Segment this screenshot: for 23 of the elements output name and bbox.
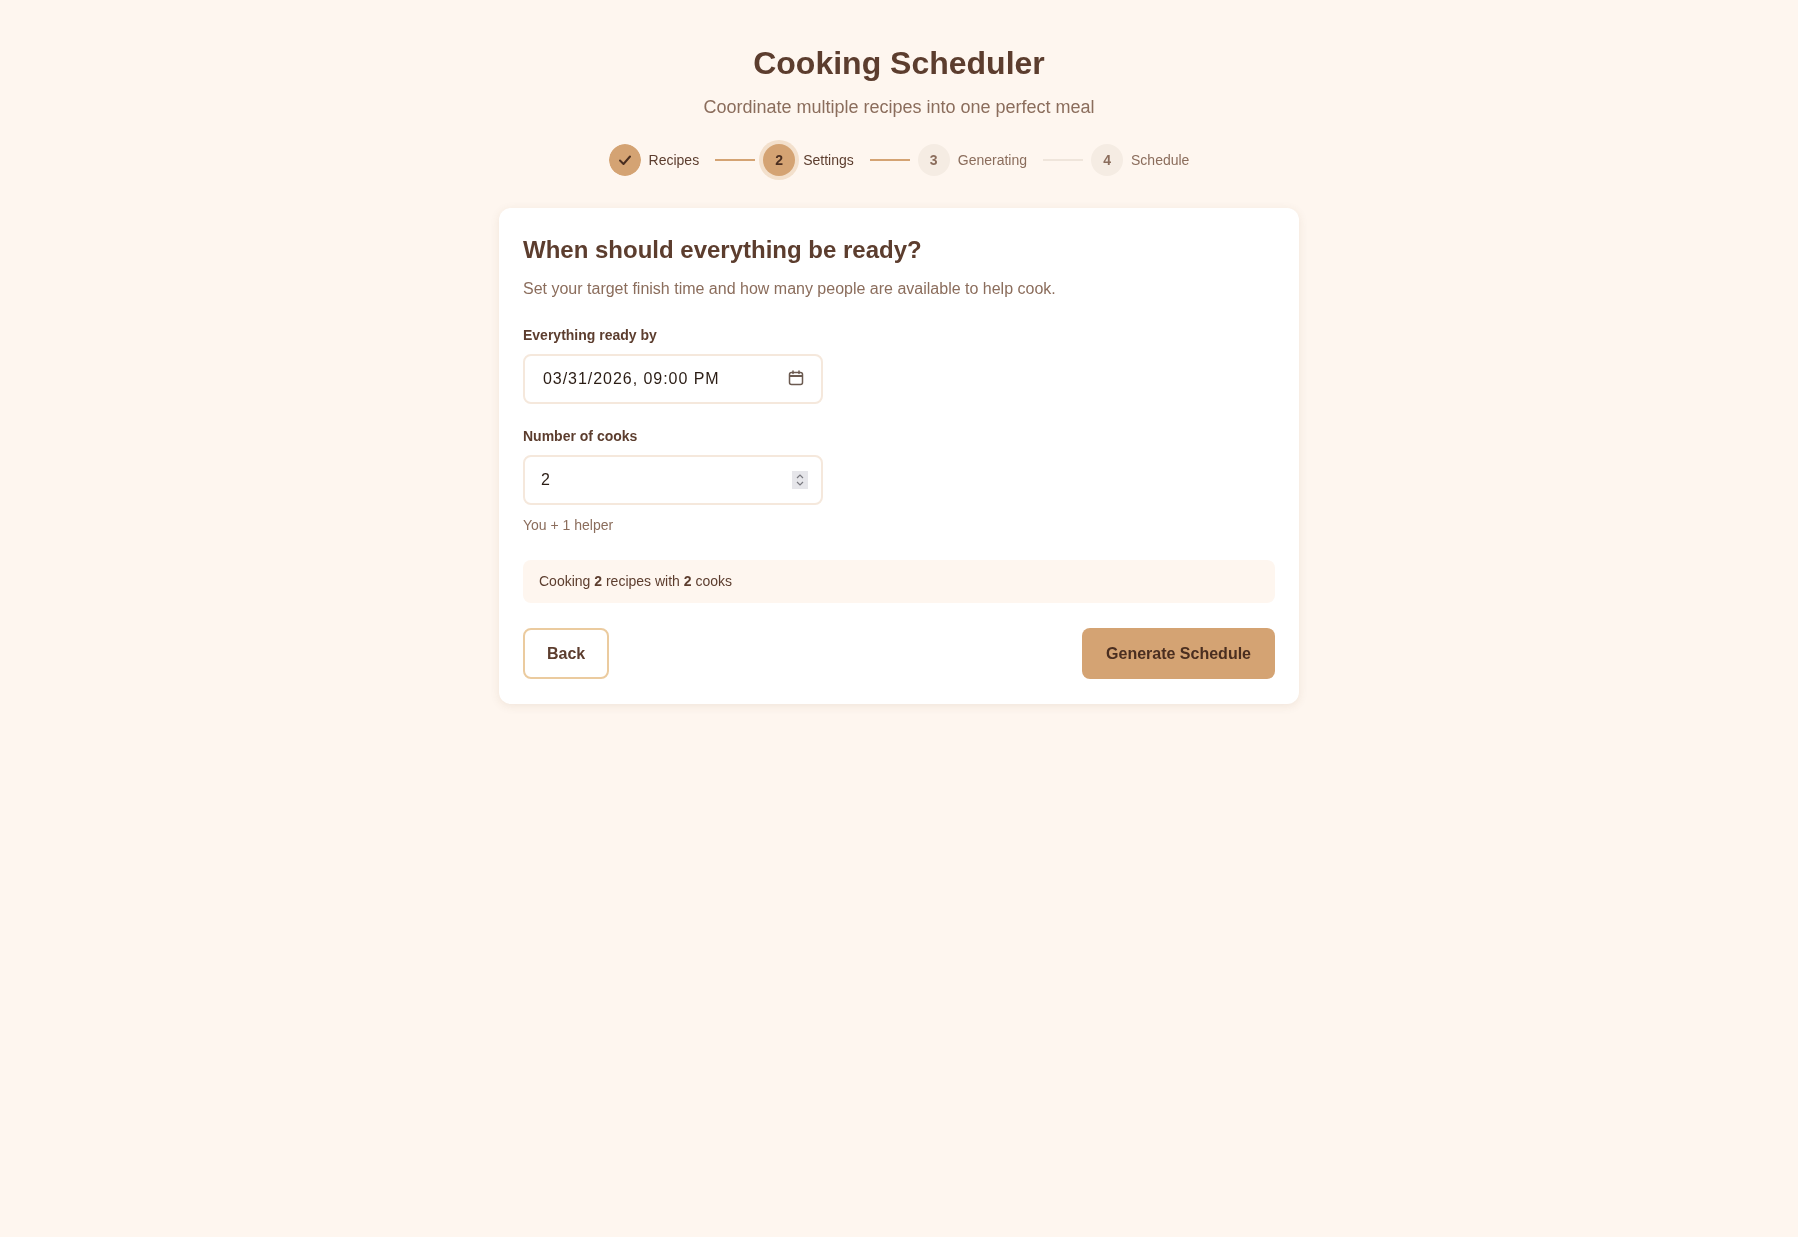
date-time-field[interactable]: 03/31/2026, 09:00 PM (523, 354, 823, 404)
generate-button[interactable]: Generate Schedule (1082, 628, 1275, 679)
step-number: 4 (1091, 144, 1124, 176)
step-label: Settings (803, 151, 854, 170)
field-label: Everything ready by (523, 326, 657, 345)
step-label: Generating (957, 151, 1028, 170)
field-hint: You + 1 helper (523, 516, 614, 535)
page-title: Cooking Scheduler (753, 44, 1045, 83)
step-number: 2 (763, 144, 796, 176)
spinner-arrows-icon[interactable] (792, 471, 808, 489)
step-label: Schedule (1131, 151, 1190, 170)
summary-text: Cooking 2 recipes with 2 cooks (523, 560, 1275, 603)
back-button[interactable]: Back (523, 628, 610, 679)
step-connector (869, 159, 910, 161)
card-heading: When should everything be ready? (523, 235, 923, 265)
number-field[interactable]: 2 (523, 455, 823, 505)
card-description: Set your target finish time and how many people are available to help cook. (523, 279, 1057, 299)
step-number: 3 (917, 144, 950, 176)
page-subtitle: Coordinate multiple recipes into one perfect meal (703, 96, 1095, 119)
step-label: Recipes (648, 151, 700, 170)
step-connector (715, 159, 756, 161)
field-label: Number of cooks (523, 427, 638, 446)
calendar-icon[interactable] (788, 370, 804, 386)
